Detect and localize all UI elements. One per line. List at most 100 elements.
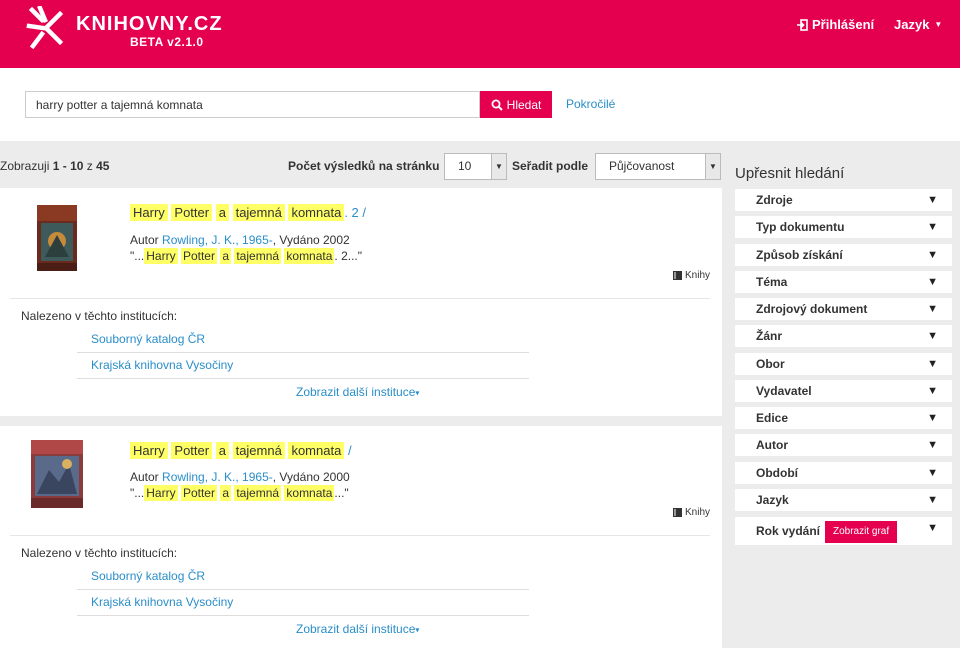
facet-obdobi[interactable]: Období ▼ [735, 462, 952, 484]
result-meta: Autor Rowling, J. K., 1965-, Vydáno 2000 [130, 470, 350, 484]
triangle-down-icon: ▼ [927, 303, 938, 315]
facet-tema[interactable]: Téma ▼ [735, 271, 952, 293]
title-word: a [215, 442, 229, 459]
doctype-label: Knihy [685, 507, 711, 518]
divider [10, 535, 710, 536]
institution-link[interactable]: Souborný katalog ČR [77, 564, 529, 590]
results-total: 45 [96, 159, 110, 173]
title-word: komnata [288, 442, 345, 459]
logo-version: BETA v2.1.0 [130, 35, 204, 49]
snippet-open: "... [130, 249, 145, 263]
login-link[interactable]: Přihlášení [796, 17, 874, 32]
showing-prefix: Zobrazuji [0, 159, 50, 173]
facet-zpusob-ziskani[interactable]: Způsob získání ▼ [735, 244, 952, 266]
institution-link[interactable]: Krajská knihovna Vysočiny [77, 590, 529, 616]
facet-label: Edice [756, 411, 789, 425]
result-snippet: "... Harry Potter a tajemná komnata ..." [130, 485, 349, 501]
more-institutions-link[interactable]: Zobrazit další instituce▾ [296, 622, 419, 636]
caret-down-icon: ▾ [415, 625, 420, 635]
result-card: Harry Potter a tajemná komnata . 2 / Auto… [0, 188, 722, 416]
found-in-label: Nalezeno v těchto institucích: [21, 546, 178, 560]
knihovny-logo-icon[interactable] [26, 6, 70, 50]
author-link[interactable]: Rowling, J. K., 1965- [162, 470, 273, 484]
title-tail: . 2 / [344, 205, 367, 220]
header: KNIHOVNY.CZ BETA v2.1.0 Přihlášení Jazyk… [0, 0, 960, 68]
facet-label: Autor [756, 438, 788, 452]
triangle-down-icon: ▼ [927, 221, 938, 233]
language-dropdown[interactable]: Jazyk ▼ [894, 17, 942, 32]
facet-rok-vydani[interactable]: Rok vydání Zobrazit graf ▼ [735, 517, 952, 545]
search-input[interactable] [25, 91, 480, 118]
sort-select[interactable]: Půjčovanost ▼ [595, 153, 721, 180]
snippet-tail: ..." [334, 486, 349, 500]
per-page-select[interactable]: 10 ▼ [444, 153, 507, 180]
search-button-label: Hledat [506, 97, 542, 112]
snippet-word: Harry [144, 248, 178, 264]
published-year: , Vydáno 2000 [272, 470, 350, 484]
facet-label: Jazyk [756, 493, 789, 507]
institution-link[interactable]: Krajská knihovna Vysočiny [77, 353, 529, 379]
book-cover-image[interactable] [37, 205, 77, 271]
title-word: Potter [171, 204, 213, 221]
divider [10, 298, 710, 299]
facet-label: Zdrojový dokument [756, 302, 868, 316]
facet-label: Způsob získání [756, 248, 843, 262]
more-institutions-label: Zobrazit další instituce [296, 385, 416, 399]
snippet-word: tajemná [234, 248, 282, 264]
book-icon [673, 271, 682, 280]
result-title[interactable]: Harry Potter a tajemná komnata / [130, 442, 352, 459]
facet-label: Typ dokumentu [756, 220, 845, 234]
triangle-down-icon: ▼ [927, 467, 938, 479]
facet-label: Období [756, 466, 798, 480]
facet-obor[interactable]: Obor ▼ [735, 353, 952, 375]
snippet-open: "... [130, 486, 145, 500]
more-institutions-link[interactable]: Zobrazit další instituce▾ [296, 385, 419, 399]
facet-label: Vydavatel [756, 384, 812, 398]
logo-name[interactable]: KNIHOVNY.CZ [76, 13, 223, 36]
facet-vydavatel[interactable]: Vydavatel ▼ [735, 380, 952, 402]
range-start: 1 [52, 159, 60, 173]
range-end: 10 [70, 159, 84, 173]
book-icon [673, 508, 682, 517]
title-word: tajemná [232, 204, 285, 221]
triangle-down-icon: ▼ [927, 358, 938, 370]
doctype-badge: Knihy [672, 270, 710, 281]
login-icon [797, 18, 808, 31]
facet-typ-dokumentu[interactable]: Typ dokumentu ▼ [735, 216, 952, 238]
facet-jazyk[interactable]: Jazyk ▼ [735, 489, 952, 511]
author-link[interactable]: Rowling, J. K., 1965- [162, 233, 273, 247]
login-label: Přihlášení [812, 17, 875, 32]
triangle-down-icon: ▼ [927, 494, 938, 506]
author-prefix: Autor [130, 233, 159, 247]
title-word: a [215, 204, 229, 221]
snippet-word: komnata [284, 485, 335, 501]
advanced-search-link[interactable]: Pokročilé [566, 97, 615, 111]
of-word: z [86, 159, 93, 173]
published-year: , Vydáno 2002 [272, 233, 350, 247]
facet-label: Žánr [756, 329, 783, 343]
facet-zanr[interactable]: Žánr ▼ [735, 325, 952, 347]
sort-value: Půjčovanost [609, 159, 675, 173]
search-icon [491, 99, 503, 111]
result-snippet: "... Harry Potter a tajemná komnata. 2...… [130, 248, 362, 264]
title-word: tajemná [232, 442, 285, 459]
show-graph-button[interactable]: Zobrazit graf [825, 521, 898, 543]
chevron-down-icon: ▼ [491, 154, 506, 179]
facet-zdrojovy-dokument[interactable]: Zdrojový dokument ▼ [735, 298, 952, 320]
institution-link[interactable]: Souborný katalog ČR [77, 327, 529, 353]
title-word: Potter [171, 442, 213, 459]
result-title[interactable]: Harry Potter a tajemná komnata. 2 / [130, 204, 367, 221]
sort-label: Seřadit podle [512, 159, 589, 173]
triangle-down-icon: ▼ [927, 276, 938, 288]
title-word: Harry [130, 442, 168, 459]
triangle-down-icon: ▼ [927, 330, 938, 342]
language-label: Jazyk [894, 17, 930, 32]
facet-edice[interactable]: Edice ▼ [735, 407, 952, 429]
search-button[interactable]: Hledat [480, 91, 552, 118]
book-cover-image[interactable] [31, 440, 83, 508]
facet-zdroje[interactable]: Zdroje ▼ [735, 189, 952, 211]
snippet-word: komnata [284, 248, 335, 264]
snippet-word: a [220, 248, 231, 264]
more-institutions-label: Zobrazit další instituce [296, 622, 416, 636]
facet-autor[interactable]: Autor ▼ [735, 434, 952, 456]
